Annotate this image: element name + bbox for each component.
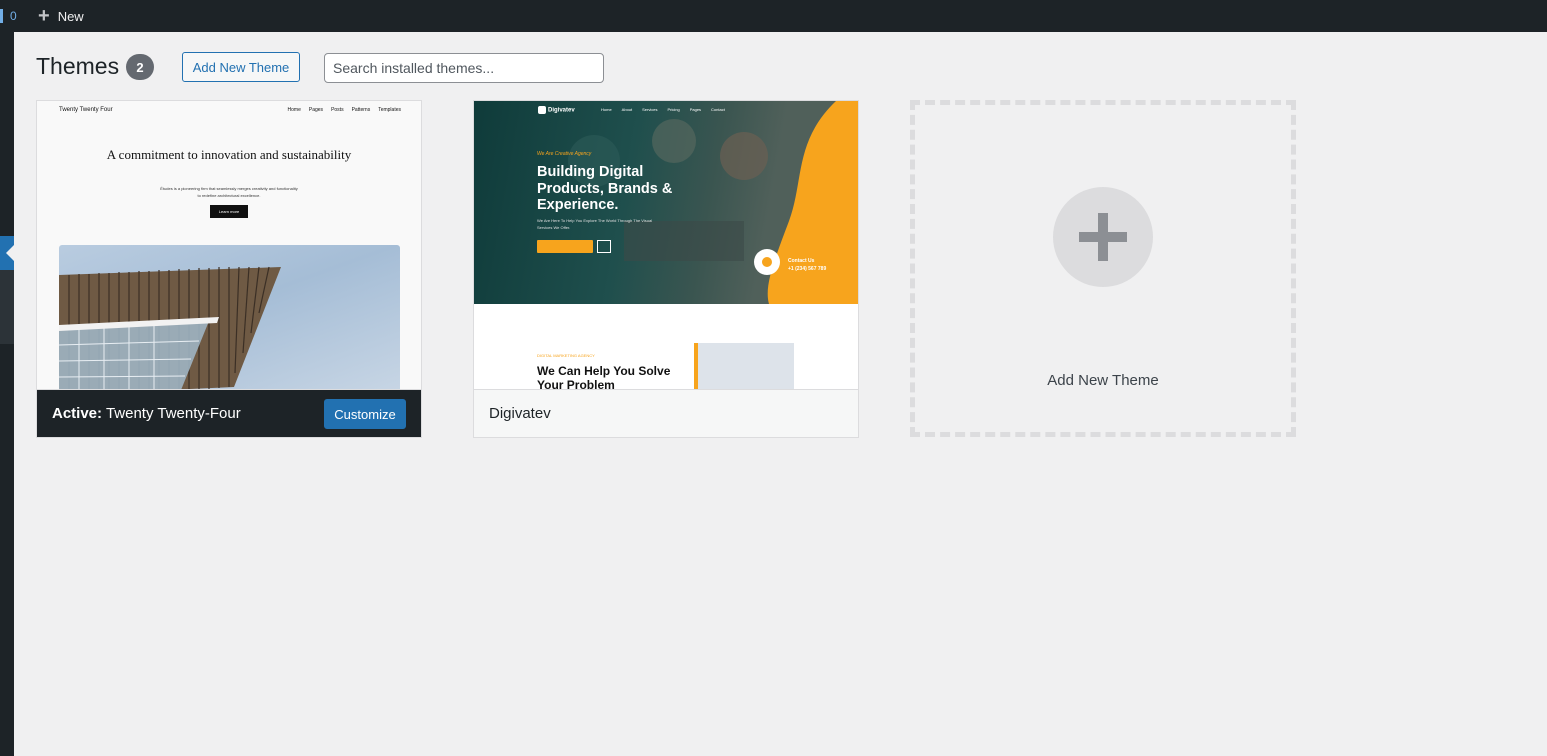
screenshot-menu: Home About Services Pricing Pages Contac… bbox=[601, 107, 725, 112]
screenshot-site-title: Twenty Twenty Four bbox=[59, 107, 113, 113]
add-new-theme-label: Add New Theme bbox=[1047, 372, 1159, 389]
screenshot-logo-text: Digivatev bbox=[548, 107, 575, 114]
logo-mark-icon bbox=[538, 106, 546, 114]
updates-count: 0 bbox=[10, 9, 17, 23]
screenshot-building-image bbox=[59, 245, 400, 389]
screenshot-menu-item: Contact bbox=[711, 107, 725, 112]
theme-name-bar: Digivatev bbox=[474, 389, 858, 437]
screenshot-contact: Contact Us +1 (234) 567 789 bbox=[788, 257, 826, 273]
plus-icon bbox=[1053, 187, 1153, 287]
admin-side-menu bbox=[0, 32, 14, 756]
theme-name: Twenty Twenty-Four bbox=[105, 405, 241, 422]
page-title: Themes bbox=[36, 53, 120, 79]
theme-count-badge: 2 bbox=[126, 54, 154, 80]
screenshot-menu-item: Services bbox=[642, 107, 658, 112]
screenshot-section-kicker: DIGITAL MARKETING AGENCY bbox=[537, 353, 595, 358]
screenshot-section-title: We Can Help You Solve Your Problem bbox=[537, 364, 671, 389]
submenu bbox=[0, 270, 14, 344]
updates-bar bbox=[0, 9, 3, 23]
screenshot-nav-item: Pages bbox=[308, 107, 324, 113]
updates-indicator[interactable]: 0 bbox=[0, 8, 17, 24]
theme-screenshot[interactable]: Twenty Twenty Four Home Pages Posts Patt… bbox=[37, 101, 421, 389]
plus-icon: + bbox=[38, 5, 50, 27]
screenshot-cta-button bbox=[537, 240, 593, 253]
plus-icon-vertical bbox=[1098, 213, 1108, 261]
screenshot-contact-label: Contact Us bbox=[788, 258, 815, 264]
screenshot-tagline: We Are Creative Agency bbox=[537, 151, 592, 157]
add-new-theme-card[interactable]: Add New Theme bbox=[910, 100, 1296, 437]
screenshot-headline: Building Digital Products, Brands & Expe… bbox=[537, 164, 673, 213]
active-prefix: Active: bbox=[52, 405, 103, 422]
screenshot-nav-item: Patterns bbox=[351, 107, 371, 113]
new-content-menu[interactable]: + New bbox=[38, 0, 84, 32]
screenshot-contact-phone: +1 (234) 567 789 bbox=[788, 266, 827, 272]
screenshot-menu-item: Pricing bbox=[667, 107, 680, 112]
screenshot-logo: Digivatev bbox=[538, 106, 575, 114]
new-label: New bbox=[57, 8, 84, 24]
screenshot-nav-item: Home bbox=[287, 107, 301, 113]
screenshot-section-image bbox=[694, 343, 794, 389]
admin-bar: 0 + New bbox=[0, 0, 1547, 32]
screenshot-menu-item: Pages bbox=[689, 107, 702, 112]
theme-active-bar: Active: Twenty Twenty-Four Customize bbox=[37, 389, 421, 437]
screenshot-menu-item: Home bbox=[601, 107, 612, 112]
theme-card-digivatev[interactable]: Digivatev Home About Services Pricing Pa… bbox=[473, 100, 859, 438]
screenshot-nav: Home Pages Posts Patterns Templates bbox=[288, 107, 401, 113]
search-themes-input[interactable] bbox=[324, 53, 604, 83]
screenshot-hero: Digivatev Home About Services Pricing Pa… bbox=[474, 101, 858, 304]
customize-button[interactable]: Customize bbox=[324, 399, 406, 429]
screenshot-menu-item: About bbox=[621, 107, 633, 112]
phone-icon bbox=[754, 249, 780, 275]
theme-card-twenty-twenty-four[interactable]: Twenty Twenty Four Home Pages Posts Patt… bbox=[36, 100, 422, 438]
screenshot-lead: We Are Here To Help You Explore The Worl… bbox=[537, 218, 653, 230]
theme-screenshot[interactable]: Digivatev Home About Services Pricing Pa… bbox=[474, 101, 858, 389]
active-theme-name: Active: Twenty Twenty-Four bbox=[52, 405, 241, 422]
theme-name: Digivatev bbox=[489, 405, 551, 422]
screenshot-hero-button: Learn more bbox=[210, 205, 248, 218]
add-new-theme-button[interactable]: Add New Theme bbox=[182, 52, 300, 82]
screenshot-nav-item: Posts bbox=[331, 107, 344, 113]
screenshot-hero-title: A commitment to innovation and sustainab… bbox=[106, 147, 352, 162]
screenshot-nav-item: Templates bbox=[378, 107, 401, 113]
current-menu-arrow-icon bbox=[6, 245, 14, 261]
screenshot-hero-subtitle: Études is a pioneering firm that seamles… bbox=[160, 186, 298, 198]
building-illustration bbox=[59, 266, 281, 389]
screenshot-play-icon bbox=[597, 240, 611, 253]
